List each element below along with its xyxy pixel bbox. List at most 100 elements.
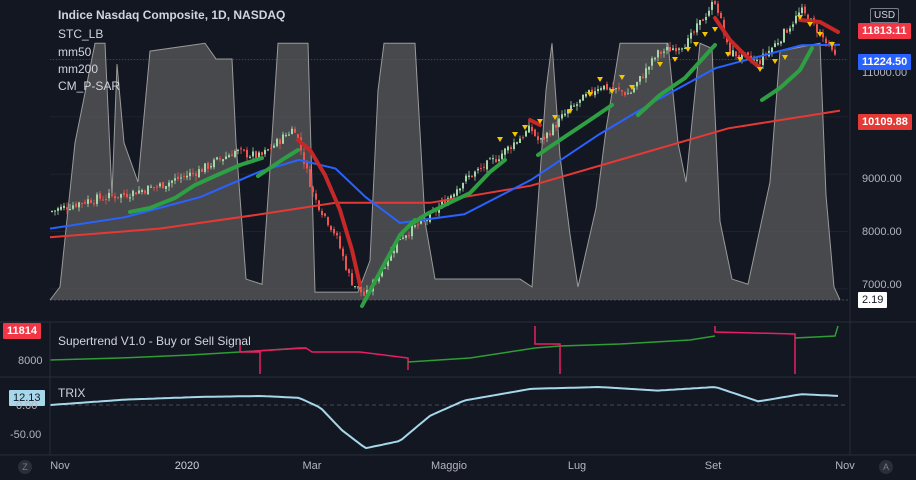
candle-body [702,19,704,21]
x-tick-set: Set [704,460,722,472]
candle-body [264,150,266,155]
candle-body [69,208,71,210]
candle-body [579,99,581,103]
candle-body [411,225,413,237]
candle-body [639,76,641,82]
candle-body [360,286,362,293]
candle-body [102,199,104,201]
candle-body [333,228,335,234]
zoom-reset-button[interactable]: Z [18,460,32,474]
candle-body [84,201,86,204]
candle-body [705,17,707,21]
mm50-price-tag: 11224.50 [858,54,912,70]
candle-body [159,183,161,187]
indicator-psar[interactable]: CM_P-SAR [58,79,120,93]
candle-body [711,1,713,10]
candle-body [108,192,110,199]
candle-body [621,90,623,92]
candle-body [81,202,83,204]
supertrend-down-line [239,340,409,374]
supertrend-up-line-2 [407,335,716,363]
supertrend-label[interactable]: Supertrend V1.0 - Buy or Sell Signal [58,334,251,348]
candle-body [201,169,203,172]
indicator-mm200[interactable]: mm200 [58,62,98,76]
candle-body [144,190,146,194]
candle-body [78,202,80,208]
candle-body [654,57,656,60]
candle-body [657,50,659,58]
candle-body [597,89,599,92]
trix-label[interactable]: TRIX [58,386,85,400]
candle-body [123,192,125,195]
candle-body [816,24,818,33]
candle-body [117,196,119,198]
y-tick: 9000.00 [862,173,902,185]
candle-body [330,225,332,231]
signal-triangle [685,47,691,52]
candle-body [576,104,578,106]
signal-triangle [807,22,813,27]
candle-body [630,92,632,94]
candle-body [192,172,194,174]
candle-body [513,142,515,149]
candle-body [834,49,836,55]
candle-body [255,151,257,159]
candle-body [291,128,293,134]
mm200-price-tag: 10109.88 [858,114,912,130]
candle-body [642,76,644,79]
candle-body [165,186,167,189]
candle-body [756,59,758,61]
candle-body [582,94,584,101]
candle-body [549,133,551,136]
candle-body [186,175,188,178]
candle-body [237,149,239,152]
candle-body [774,43,776,47]
candle-body [732,50,734,57]
signal-triangle [772,59,778,64]
candle-body [573,105,575,107]
indicator-stc[interactable]: STC_LB [58,27,103,41]
candle-body [477,168,479,171]
x-tick-maggio: Maggio [430,460,468,472]
candle-body [465,175,467,182]
candle-body [276,139,278,147]
candle-body [126,193,128,198]
trix-tick-minus50: -50.00 [10,429,42,441]
candle-body [555,124,557,128]
candle-body [75,203,77,207]
candle-body [771,47,773,53]
candle-body [60,206,62,210]
y-tick: 8000.00 [862,226,902,238]
candle-body [288,134,290,136]
chart-canvas[interactable] [0,0,916,480]
candle-body [96,194,98,204]
indicator-mm50[interactable]: mm50 [58,45,91,59]
candle-body [669,46,671,52]
candle-body [51,210,53,212]
candle-body [783,28,785,43]
sar-down-trail [798,18,840,34]
auto-scale-button[interactable]: A [879,460,893,474]
candle-body [618,87,620,90]
candle-body [480,167,482,169]
signal-triangle [497,137,503,142]
candle-body [156,186,158,188]
candle-body [162,182,164,189]
candle-body [348,269,350,273]
candle-body [243,149,245,151]
signal-triangle [757,67,763,72]
candle-body [231,154,233,157]
candle-body [354,286,356,288]
currency-badge[interactable]: USD [870,8,900,23]
candle-body [522,137,524,139]
candle-body [342,248,344,257]
candle-body [456,189,458,196]
candle-body [72,205,74,209]
candle-body [558,118,560,127]
candle-body [489,158,491,160]
x-tick-nov: Nov [50,460,70,472]
candle-body [825,38,827,44]
candle-body [717,3,719,13]
candle-body [279,139,281,145]
candle-body [177,176,179,180]
